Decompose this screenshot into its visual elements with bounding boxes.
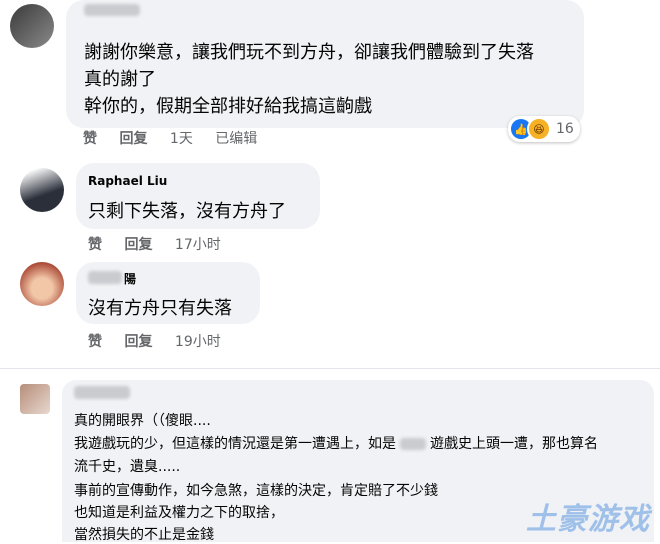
commenter-name[interactable]: Raphael Liu [88,174,167,188]
comment-text: 也知道是利益及權力之下的取捨， [74,505,284,521]
comment-text-part: 我遊戲玩的少，但這樣的情況還是第一遭遇上，如是 [74,436,396,452]
comment-text: 幹你的，假期全部排好給我搞這齣戲 [84,96,372,117]
timestamp[interactable]: 1天 [170,131,193,147]
reply-button[interactable]: 回复 [124,334,152,350]
reaction-count: 16 [556,121,574,137]
commenter-name[interactable]: 陽 [124,270,136,287]
avatar[interactable] [10,4,54,48]
comment-text: 當然損失的不止是金錢 [74,527,214,543]
avatar[interactable] [20,384,50,414]
comment-text: 謝謝你樂意，讓我們玩不到方舟，卻讓我們體驗到了失落 [84,42,534,63]
comment-bubble: 陽 沒有方舟只有失落 [76,262,260,324]
avatar[interactable] [20,168,64,212]
comment-bubble: Raphael Liu 只剩下失落，沒有方舟了 [76,163,320,229]
comment-text-part: 遊戲史上頭一遭，那也算名 [430,436,598,452]
comment-text: 流千史，遺臭..... [74,459,181,475]
blurred-word [400,438,426,450]
timestamp[interactable]: 17小时 [175,237,221,253]
like-button[interactable]: 赞 [88,237,102,253]
reaction-summary[interactable]: 👍 😆 16 [508,116,580,142]
haha-icon: 😆 [527,117,551,141]
divider [0,368,660,369]
avatar[interactable] [20,262,64,306]
blurred-name [74,386,130,399]
reply-button[interactable]: 回复 [119,131,147,147]
timestamp[interactable]: 19小时 [175,334,221,350]
reply-button[interactable]: 回复 [124,237,152,253]
edited-label: 已编辑 [215,131,258,147]
comment-text: 我遊戲玩的少，但這樣的情況還是第一遭遇上，如是 遊戲史上頭一遭，那也算名 [74,433,598,453]
comment-bubble: 謝謝你樂意，讓我們玩不到方舟，卻讓我們體驗到了失落 真的謝了 幹你的，假期全部排… [66,0,584,128]
like-button[interactable]: 赞 [83,131,97,147]
comment-actions: 赞 回复 17小时 [88,234,239,254]
comment-actions: 赞 回复 19小时 [88,331,239,351]
comment-text: 沒有方舟只有失落 [88,298,232,319]
comment-text: 真的謝了 [84,69,156,90]
comment-text: 真的開眼界（（傻眼.... [74,413,211,429]
comment-text: 只剩下失落，沒有方舟了 [88,201,286,222]
blurred-name [84,4,140,16]
watermark-logo: 土豪游戏 [526,502,650,537]
comment-actions: 赞 回复 1天 已编辑 [83,128,275,148]
blurred-name [88,271,122,284]
like-button[interactable]: 赞 [88,334,102,350]
comment-text: 事前的宣傳動作，如今急煞，這樣的決定，肯定賠了不少錢 [74,483,438,499]
